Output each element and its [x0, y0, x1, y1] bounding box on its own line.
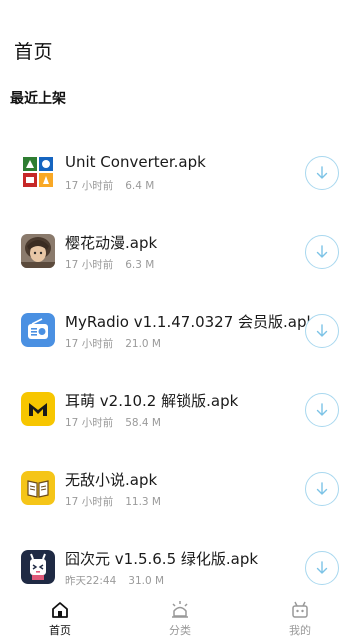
download-arrow-icon: [316, 166, 328, 179]
download-arrow-icon: [316, 561, 328, 574]
category-icon: [172, 601, 188, 618]
app-list: Unit Converter.apk 17 小时前 6.4 M 樱花动漫.apk…: [0, 125, 360, 599]
app-name: 囧次元 v1.5.6.5 绿化版.apk: [65, 550, 259, 568]
tab-label: 我的: [289, 624, 311, 637]
app-name: 樱花动漫.apk: [65, 234, 158, 252]
tab-category[interactable]: 分类: [140, 596, 220, 640]
list-item[interactable]: 樱花动漫.apk 17 小时前 6.3 M: [0, 204, 360, 283]
list-item[interactable]: 耳萌 v2.10.2 解锁版.apk 17 小时前 58.4 M: [0, 362, 360, 441]
app-meta: 17 小时前 11.3 M: [65, 494, 161, 509]
home-icon: [52, 602, 68, 618]
download-button[interactable]: [305, 551, 339, 585]
app-meta: 17 小时前 6.4 M: [65, 178, 154, 193]
app-time: 17 小时前: [65, 259, 114, 271]
jiong-mascot-icon: [21, 550, 55, 584]
bottom-tab-bar: 首页 分类 我的: [0, 596, 360, 640]
tab-profile[interactable]: 我的: [260, 596, 340, 640]
app-time: 17 小时前: [65, 496, 114, 508]
tab-home[interactable]: 首页: [20, 596, 100, 640]
download-button[interactable]: [305, 235, 339, 269]
app-size: 6.3 M: [125, 259, 155, 271]
app-screen: 首页 最近上架 Unit Converter.apk 17 小时前 6.4 M …: [0, 0, 360, 640]
app-meta: 17 小时前 6.3 M: [65, 257, 154, 272]
download-arrow-icon: [316, 245, 328, 258]
download-button[interactable]: [305, 472, 339, 506]
app-size: 11.3 M: [125, 496, 161, 508]
list-item[interactable]: 无敌小说.apk 17 小时前 11.3 M: [0, 441, 360, 520]
anime-avatar-icon: [21, 234, 55, 268]
download-arrow-icon: [316, 324, 328, 337]
radio-icon: [21, 313, 55, 347]
list-item[interactable]: MyRadio v1.1.47.0327 会员版.apk 17 小时前 21.0 …: [0, 283, 360, 362]
download-button[interactable]: [305, 314, 339, 348]
section-title-recent: 最近上架: [10, 91, 66, 107]
book-icon: [21, 471, 55, 505]
app-time: 昨天22:44: [65, 575, 117, 587]
download-arrow-icon: [316, 482, 328, 495]
list-item[interactable]: 囧次元 v1.5.6.5 绿化版.apk 昨天22:44 31.0 M: [0, 520, 360, 599]
app-name: Unit Converter.apk: [65, 153, 206, 171]
download-button[interactable]: [305, 156, 339, 190]
app-meta: 昨天22:44 31.0 M: [65, 573, 164, 588]
ermeng-logo-icon: [21, 392, 55, 426]
app-name: 耳萌 v2.10.2 解锁版.apk: [65, 392, 239, 410]
page-title: 首页: [14, 41, 54, 63]
download-arrow-icon: [316, 403, 328, 416]
app-name: 无敌小说.apk: [65, 471, 158, 489]
list-item[interactable]: Unit Converter.apk 17 小时前 6.4 M: [0, 125, 360, 204]
tab-label: 分类: [169, 624, 191, 637]
app-meta: 17 小时前 58.4 M: [65, 415, 161, 430]
app-size: 58.4 M: [125, 417, 161, 429]
app-time: 17 小时前: [65, 338, 114, 350]
app-name: MyRadio v1.1.47.0327 会员版.apk: [65, 313, 316, 331]
download-button[interactable]: [305, 393, 339, 427]
app-time: 17 小时前: [65, 417, 114, 429]
app-time: 17 小时前: [65, 180, 114, 192]
unit-converter-icon: [21, 155, 55, 189]
profile-robot-icon: [292, 601, 308, 618]
app-size: 21.0 M: [125, 338, 161, 350]
app-size: 31.0 M: [128, 575, 165, 587]
tab-label: 首页: [49, 624, 71, 637]
app-meta: 17 小时前 21.0 M: [65, 336, 161, 351]
app-size: 6.4 M: [125, 180, 155, 192]
